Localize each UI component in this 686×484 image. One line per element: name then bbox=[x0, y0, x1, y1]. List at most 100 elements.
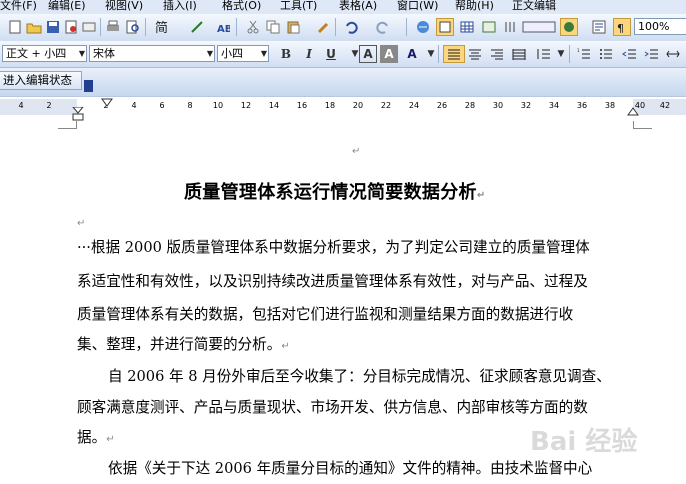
numbering-icon[interactable]: 1 bbox=[575, 45, 593, 63]
font-select[interactable]: 宋体 ▼ bbox=[89, 45, 215, 62]
open-icon[interactable] bbox=[25, 18, 43, 36]
underline-button[interactable]: U bbox=[322, 45, 340, 63]
menu-tools[interactable]: 工具(T) bbox=[280, 0, 317, 13]
cut-icon[interactable] bbox=[244, 18, 262, 36]
ruler-tick-label: 28 bbox=[464, 101, 476, 110]
spelling-icon[interactable]: 简 bbox=[152, 18, 174, 36]
ruler-tick-label: 16 bbox=[296, 101, 308, 110]
body-line: 自 2006 年 8 月份外审后至今收集了：分目标完成情况、征求顾客意见调查、 bbox=[108, 368, 611, 385]
standard-toolbar: 简 AB ¶ 100% bbox=[0, 14, 686, 42]
char-shading-button[interactable]: A bbox=[380, 45, 398, 63]
undo-icon[interactable] bbox=[342, 18, 360, 36]
ruler-tick-label: 10 bbox=[212, 101, 224, 110]
toolbar-options-icon[interactable] bbox=[84, 80, 93, 92]
insert-table-icon[interactable] bbox=[458, 18, 476, 36]
line-spacing-dropdown-icon[interactable]: ▼ bbox=[552, 45, 570, 63]
ruler-tick-label: 6 bbox=[159, 101, 165, 110]
paste-icon[interactable] bbox=[284, 18, 302, 36]
ruler-tick-label: 12 bbox=[240, 101, 252, 110]
body-line: 集、整理，并进行简要的分析。↵ bbox=[77, 336, 290, 353]
svg-text:简: 简 bbox=[155, 20, 168, 34]
font-size-value: 小四 bbox=[221, 47, 243, 60]
chevron-down-icon: ▼ bbox=[206, 49, 213, 58]
tables-borders-icon[interactable] bbox=[436, 18, 454, 36]
copy-icon[interactable] bbox=[264, 18, 282, 36]
ruler-tick-label: 8 bbox=[187, 101, 193, 110]
body-line: 据。↵ bbox=[77, 429, 115, 446]
zoom-value: 100% bbox=[638, 20, 670, 33]
formatting-toolbar: 正文 + 小四 ▼ 宋体 ▼ 小四 ▼ B I U ▼ A A A ▼ ▼ 1 bbox=[0, 41, 686, 68]
increase-indent-icon[interactable] bbox=[642, 45, 660, 63]
email-icon[interactable] bbox=[80, 18, 98, 36]
margin-corner-right bbox=[633, 121, 652, 129]
menu-format[interactable]: 格式(O) bbox=[222, 0, 261, 13]
chevron-down-icon: ▼ bbox=[78, 49, 85, 58]
spell-check-icon[interactable]: AB bbox=[214, 18, 232, 36]
decrease-indent-icon[interactable] bbox=[620, 45, 638, 63]
char-border-button[interactable]: A bbox=[359, 45, 377, 63]
left-indent-marker[interactable] bbox=[72, 107, 84, 121]
ruler-tick-label: 30 bbox=[492, 101, 504, 110]
svg-text:1: 1 bbox=[577, 48, 580, 53]
align-right-icon[interactable] bbox=[488, 45, 506, 63]
align-justify-icon[interactable] bbox=[443, 45, 465, 63]
menu-window[interactable]: 窗口(W) bbox=[397, 0, 438, 13]
ruler-tick-label: 18 bbox=[324, 101, 336, 110]
bold-button[interactable]: B bbox=[277, 45, 295, 63]
menu-help[interactable]: 帮助(H) bbox=[455, 0, 494, 13]
permission-icon[interactable] bbox=[62, 18, 80, 36]
print-preview-icon[interactable] bbox=[124, 18, 142, 36]
font-value: 宋体 bbox=[93, 47, 115, 60]
ruler-tick-label: 38 bbox=[604, 101, 616, 110]
body-line: 顾客满意度测评、产品与质量现状、市场开发、供方信息、内部审核等方面的数 bbox=[77, 399, 588, 416]
menu-insert[interactable]: 插入(I) bbox=[163, 0, 197, 13]
document-page[interactable]: ↵ 质量管理体系运行情况简要数据分析↵ ↵ ···根据 2000 版质量管理体系… bbox=[0, 121, 686, 484]
first-line-indent-marker[interactable] bbox=[101, 98, 113, 108]
italic-button[interactable]: I bbox=[300, 45, 318, 63]
document-title: 质量管理体系运行情况简要数据分析↵ bbox=[184, 182, 486, 203]
menu-view[interactable]: 视图(V) bbox=[105, 0, 143, 13]
ruler-tick-label: 22 bbox=[380, 101, 392, 110]
hyperlink-icon[interactable] bbox=[414, 18, 432, 36]
drawing-icon[interactable] bbox=[560, 18, 578, 36]
columns-icon[interactable] bbox=[502, 18, 520, 36]
char-space-icon[interactable] bbox=[664, 45, 682, 63]
ruler-tick-label: 34 bbox=[548, 101, 560, 110]
style-select[interactable]: 正文 + 小四 ▼ bbox=[2, 45, 87, 62]
margin-corner-left bbox=[58, 121, 77, 129]
body-line: ···根据 2000 版质量管理体系中数据分析要求，为了判定公司建立的质量管理体 bbox=[77, 239, 590, 256]
font-size-select[interactable]: 小四 ▼ bbox=[217, 45, 269, 62]
paragraph-mark: ↵ bbox=[106, 434, 115, 445]
menu-edit[interactable]: 编辑(E) bbox=[48, 0, 86, 13]
align-center-icon[interactable] bbox=[466, 45, 484, 63]
bullets-icon[interactable] bbox=[597, 45, 615, 63]
enter-edit-button[interactable]: 进入编辑状态 bbox=[0, 71, 82, 90]
save-icon[interactable] bbox=[44, 18, 62, 36]
line-spacing-icon[interactable] bbox=[534, 45, 552, 63]
excel-icon[interactable] bbox=[480, 18, 498, 36]
body-line: 依据《关于下达 2006 年质量分目标的通知》文件的精神。由技术监督中心 bbox=[108, 460, 593, 477]
char-scale-button[interactable]: A bbox=[403, 45, 421, 63]
print-icon[interactable] bbox=[104, 18, 122, 36]
menu-file[interactable]: 文件(F) bbox=[0, 0, 37, 13]
redo-icon[interactable] bbox=[374, 18, 392, 36]
svg-text:¶: ¶ bbox=[617, 22, 624, 33]
chevron-down-icon: ▼ bbox=[260, 49, 267, 58]
ruler-tick-label: 24 bbox=[408, 101, 420, 110]
ruler-tick-label: 14 bbox=[268, 101, 280, 110]
watermark: Bai 经验 bbox=[530, 427, 638, 457]
distributed-align-icon[interactable] bbox=[510, 45, 528, 63]
research-icon[interactable] bbox=[188, 18, 206, 36]
paragraph-mark: ↵ bbox=[476, 190, 486, 201]
menu-body-edit[interactable]: 正文编辑 bbox=[512, 0, 556, 13]
menu-table[interactable]: 表格(A) bbox=[339, 0, 377, 13]
body-edit-icon[interactable] bbox=[520, 18, 558, 36]
show-hide-icon[interactable]: ¶ bbox=[613, 18, 631, 36]
right-indent-marker[interactable] bbox=[627, 107, 639, 117]
document-map-icon[interactable] bbox=[590, 18, 608, 36]
zoom-select[interactable]: 100% bbox=[634, 18, 686, 35]
ruler-tick-label: 4 bbox=[131, 101, 137, 110]
format-painter-icon[interactable] bbox=[315, 18, 333, 36]
horizontal-ruler: 4 2 2 4 6 8 10 12 14 16 18 20 22 24 26 2… bbox=[0, 96, 686, 122]
new-icon[interactable] bbox=[6, 18, 24, 36]
